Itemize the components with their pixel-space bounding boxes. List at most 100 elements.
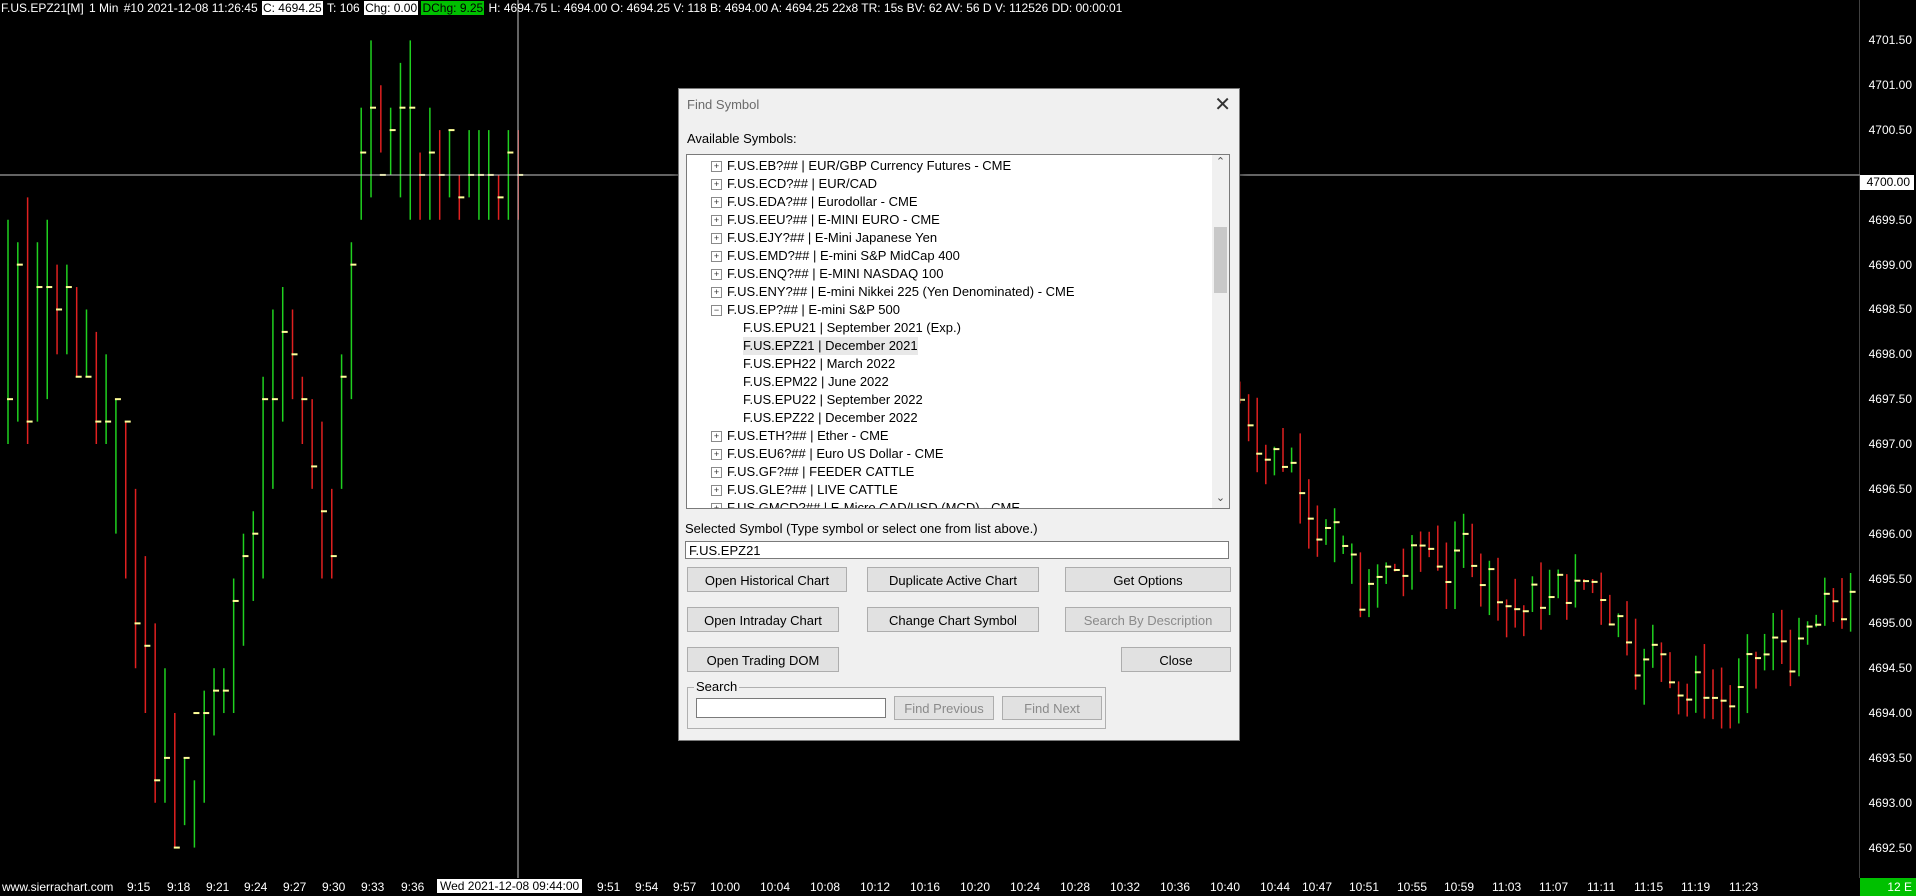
expand-icon[interactable]: + [711, 503, 722, 508]
get-options-button[interactable]: Get Options [1065, 567, 1231, 592]
expand-icon[interactable]: + [711, 197, 722, 209]
expand-icon[interactable]: + [711, 287, 722, 299]
price-current-label: 4700.00 [1860, 175, 1914, 190]
time-label: 10:20 [960, 880, 991, 894]
tree-item-label: F.US.ETH?## | Ether - CME [727, 428, 889, 443]
expand-icon[interactable]: + [711, 161, 722, 173]
open-intraday-chart-button[interactable]: Open Intraday Chart [687, 607, 839, 632]
tree-item-label: F.US.ENY?## | E-mini Nikkei 225 (Yen Den… [727, 284, 1075, 299]
symbol-tree[interactable]: + F.US.GMCD?## | E-Micro CAD/USD (MCD) - … [686, 154, 1230, 509]
price-label: 4701.00 [1868, 78, 1912, 93]
tree-item[interactable]: F.US.EPU21 | September 2021 (Exp.) [743, 319, 961, 337]
time-label: 9:27 [283, 880, 307, 894]
close-icon[interactable]: ✕ [1214, 92, 1231, 117]
tree-item[interactable]: F.US.EPH22 | March 2022 [743, 355, 895, 373]
chevron-up-icon[interactable]: ⌃ [1212, 155, 1229, 172]
tree-item[interactable]: + F.US.ECD?## | EUR/CAD [711, 175, 877, 193]
time-label: 11:11 [1587, 880, 1616, 894]
close-button[interactable]: Close [1121, 647, 1231, 672]
price-label: 4692.50 [1868, 840, 1912, 855]
header-interval: 1 Min [89, 1, 119, 15]
tree-item[interactable]: − F.US.EP?## | E-mini S&P 500 [711, 301, 900, 319]
header-symbol: F.US.EPZ21[M] [1, 1, 84, 15]
tree-item[interactable]: F.US.EPU22 | September 2022 [743, 391, 923, 409]
expand-icon[interactable]: + [711, 269, 722, 281]
duplicate-active-chart-button[interactable]: Duplicate Active Chart [867, 567, 1039, 592]
tree-item[interactable]: F.US.EPM22 | June 2022 [743, 373, 889, 391]
expand-icon[interactable]: + [711, 467, 722, 479]
chevron-down-icon[interactable]: ⌄ [1212, 491, 1229, 508]
tree-item[interactable]: + F.US.GF?## | FEEDER CATTLE [711, 463, 914, 481]
price-label: 4701.50 [1868, 33, 1912, 48]
tree-item[interactable]: + F.US.EEU?## | E-MINI EURO - CME [711, 211, 940, 229]
tree-item[interactable]: + F.US.EU6?## | Euro US Dollar - CME [711, 445, 944, 463]
price-label: 4700.50 [1868, 123, 1912, 138]
time-label: 10:28 [1060, 880, 1091, 894]
time-label: 10:36 [1160, 880, 1191, 894]
open-historical-chart-button[interactable]: Open Historical Chart [687, 567, 847, 592]
expand-icon[interactable]: + [711, 233, 722, 245]
tree-item[interactable]: + F.US.EDA?## | Eurodollar - CME [711, 193, 918, 211]
time-label: 9:36 [401, 880, 425, 894]
search-by-description-button: Search By Description [1065, 607, 1231, 632]
tree-scrollbar[interactable]: ⌃ ⌄ [1212, 155, 1229, 508]
expand-icon[interactable]: + [711, 251, 722, 263]
time-label: 10:24 [1010, 880, 1041, 894]
tree-item[interactable]: + F.US.GMCD?## | E-Micro CAD/USD (MCD) - … [711, 499, 1020, 508]
expand-icon[interactable]: + [711, 449, 722, 461]
expand-icon[interactable]: + [711, 431, 722, 443]
time-label: 10:40 [1210, 880, 1241, 894]
tree-item[interactable]: + F.US.ETH?## | Ether - CME [711, 427, 889, 445]
time-label: 11:19 [1681, 880, 1711, 894]
change-chart-symbol-button[interactable]: Change Chart Symbol [867, 607, 1039, 632]
time-label: 9:54 [635, 880, 659, 894]
time-label: 10:32 [1110, 880, 1141, 894]
open-trading-dom-button[interactable]: Open Trading DOM [687, 647, 839, 672]
dialog-title: Find Symbol [687, 97, 760, 112]
tree-item[interactable]: + F.US.ENQ?## | E-MINI NASDAQ 100 [711, 265, 944, 283]
time-cursor-label: Wed 2021-12-08 09:44:00 [437, 879, 583, 893]
time-label: 10:55 [1397, 880, 1428, 894]
selected-symbol-input[interactable]: F.US.EPZ21 [685, 541, 1229, 559]
time-label: 10:51 [1349, 880, 1380, 894]
expand-icon[interactable]: + [711, 485, 722, 497]
collapse-icon[interactable]: − [711, 305, 722, 317]
time-label: 10:04 [760, 880, 791, 894]
tree-item[interactable]: F.US.EPZ22 | December 2022 [743, 409, 918, 427]
price-axis[interactable]: 4701.50 4701.00 4700.50 4699.50 4699.00 4698.… [1860, 0, 1916, 878]
price-label: 4697.50 [1868, 392, 1912, 407]
price-label: 4696.00 [1868, 526, 1912, 541]
header-bar-info: #10 2021-12-08 11:26:45 [123, 1, 258, 15]
tree-item[interactable]: + F.US.GLE?## | LIVE CATTLE [711, 481, 898, 499]
expand-icon[interactable]: + [711, 215, 722, 227]
header-change: Chg: 0.00 [364, 1, 419, 15]
chart-header: F.US.EPZ21[M] 1 Min #10 2021-12-08 11:26… [0, 0, 1860, 17]
tree-item-label: F.US.EPH22 | March 2022 [743, 356, 896, 371]
tree-item-label: F.US.ECD?## | EUR/CAD [727, 176, 878, 191]
tree-item[interactable]: + F.US.EB?## | EUR/GBP Currency Futures -… [711, 157, 1011, 175]
selected-symbol-label: Selected Symbol (Type symbol or select o… [685, 521, 1038, 536]
tree-item-label: F.US.EPZ21 | December 2021 [743, 338, 918, 353]
time-label: 11:15 [1634, 880, 1664, 894]
tree-item-label: F.US.ENQ?## | E-MINI NASDAQ 100 [727, 266, 944, 281]
price-label: 4693.00 [1868, 795, 1912, 810]
tree-item[interactable]: + F.US.EMD?## | E-mini S&P MidCap 400 [711, 247, 960, 265]
time-axis[interactable]: www.sierrachart.com Wed 2021-12-08 09:44… [0, 878, 1916, 896]
price-label: 4694.50 [1868, 661, 1912, 676]
scrollbar-thumb[interactable] [1214, 227, 1227, 293]
time-label: 9:57 [673, 880, 697, 894]
time-label: 9:33 [361, 880, 385, 894]
expand-icon[interactable]: + [711, 179, 722, 191]
time-label: 10:16 [910, 880, 941, 894]
tree-item[interactable]: + F.US.EJY?## | E-Mini Japanese Yen [711, 229, 937, 247]
tree-item-label: F.US.EP?## | E-mini S&P 500 [727, 302, 900, 317]
available-symbols-label: Available Symbols: [687, 131, 797, 146]
time-label: 10:12 [860, 880, 891, 894]
find-next-button: Find Next [1002, 696, 1102, 720]
tree-item[interactable]: + F.US.ENY?## | E-mini Nikkei 225 (Yen De… [711, 283, 1075, 301]
price-label: 4695.50 [1868, 571, 1912, 586]
search-input[interactable] [696, 698, 886, 718]
tree-item-label: F.US.EMD?## | E-mini S&P MidCap 400 [727, 248, 960, 263]
price-label: 4693.50 [1868, 750, 1912, 765]
tree-item[interactable]: F.US.EPZ21 | December 2021 [743, 337, 918, 355]
